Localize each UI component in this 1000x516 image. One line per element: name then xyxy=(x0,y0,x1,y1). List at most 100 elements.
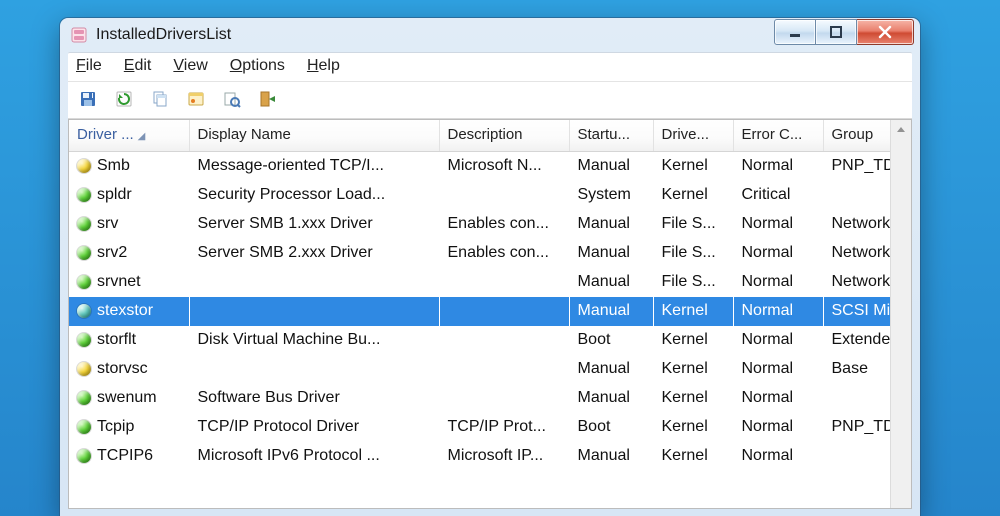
driver-name: storvsc xyxy=(97,360,148,378)
col-display-name[interactable]: Display Name xyxy=(189,120,439,152)
toolbar-copy-button[interactable] xyxy=(146,86,174,112)
driver-type: File S... xyxy=(653,239,733,268)
col-driver-name[interactable]: Driver ...◢ xyxy=(69,120,189,152)
error-control: Normal xyxy=(733,326,823,355)
description: TCP/IP Prot... xyxy=(439,413,569,442)
col-group[interactable]: Group xyxy=(823,120,890,152)
window-title: InstalledDriversList xyxy=(96,26,774,44)
startup-type: System xyxy=(569,181,653,210)
table-row[interactable]: SmbMessage-oriented TCP/I...Microsoft N.… xyxy=(69,152,890,181)
error-control: Normal xyxy=(733,384,823,413)
table-row[interactable]: storvsc ManualKernelNormalBase xyxy=(69,355,890,384)
startup-type: Manual xyxy=(569,355,653,384)
group: Network xyxy=(823,210,890,239)
driver-name: srvnet xyxy=(97,273,141,291)
col-startup[interactable]: Startu... xyxy=(569,120,653,152)
startup-type: Manual xyxy=(569,297,653,326)
description xyxy=(439,384,569,413)
description xyxy=(439,297,569,326)
toolbar-find-button[interactable] xyxy=(218,86,246,112)
col-description[interactable]: Description xyxy=(439,120,569,152)
driver-name: Smb xyxy=(97,157,130,175)
description: Enables con... xyxy=(439,239,569,268)
menu-options[interactable]: Options xyxy=(230,57,285,75)
startup-type: Manual xyxy=(569,384,653,413)
status-dot-icon xyxy=(77,420,91,434)
startup-type: Manual xyxy=(569,442,653,471)
group: SCSI Min xyxy=(823,297,890,326)
col-error-control[interactable]: Error C... xyxy=(733,120,823,152)
titlebar[interactable]: InstalledDriversList xyxy=(60,18,920,52)
driver-type: Kernel xyxy=(653,413,733,442)
driver-name: Tcpip xyxy=(97,418,134,436)
error-control: Normal xyxy=(733,239,823,268)
minimize-button[interactable] xyxy=(774,19,816,45)
menu-file[interactable]: File xyxy=(76,57,102,75)
driver-name: storflt xyxy=(97,331,136,349)
driver-type: File S... xyxy=(653,268,733,297)
sort-indicator-icon: ◢ xyxy=(138,131,146,142)
vertical-scrollbar[interactable] xyxy=(890,120,911,508)
display-name: Software Bus Driver xyxy=(189,384,439,413)
app-icon xyxy=(70,26,88,44)
table-row[interactable]: srvnetManualFile S...NormalNetwork xyxy=(69,268,890,297)
list-client-area: Driver ...◢ Display Name Description Sta… xyxy=(68,119,912,509)
table-row[interactable]: spldr Security Processor Load... SystemKer… xyxy=(69,181,890,210)
toolbar-exit-button[interactable] xyxy=(254,86,282,112)
status-dot-icon xyxy=(77,188,91,202)
table-row[interactable]: TCPIP6Microsoft IPv6 Protocol ...Microso… xyxy=(69,442,890,471)
table-row[interactable]: srv2Server SMB 2.xxx DriverEnables con..… xyxy=(69,239,890,268)
driver-name: swenum xyxy=(97,389,157,407)
status-dot-icon xyxy=(77,217,91,231)
driver-type: Kernel xyxy=(653,355,733,384)
display-name: Server SMB 2.xxx Driver xyxy=(189,239,439,268)
group xyxy=(823,442,890,471)
menu-help[interactable]: Help xyxy=(307,57,340,75)
description xyxy=(439,355,569,384)
driver-type: Kernel xyxy=(653,326,733,355)
col-driver-type[interactable]: Drive... xyxy=(653,120,733,152)
display-name: Disk Virtual Machine Bu... xyxy=(189,326,439,355)
table-row[interactable]: Tcpip TCP/IP Protocol DriverTCP/IP Prot..… xyxy=(69,413,890,442)
toolbar-save-button[interactable] xyxy=(74,86,102,112)
table-row[interactable]: stexstor ManualKernelNormalSCSI Min xyxy=(69,297,890,326)
status-dot-icon xyxy=(77,362,91,376)
status-dot-icon xyxy=(77,449,91,463)
description xyxy=(439,181,569,210)
error-control: Normal xyxy=(733,355,823,384)
startup-type: Manual xyxy=(569,210,653,239)
menu-edit[interactable]: Edit xyxy=(124,57,152,75)
error-control: Critical xyxy=(733,181,823,210)
group xyxy=(823,384,890,413)
toolbar-properties-button[interactable] xyxy=(182,86,210,112)
error-control: Normal xyxy=(733,442,823,471)
column-headers[interactable]: Driver ...◢ Display Name Description Sta… xyxy=(69,120,890,152)
toolbar-refresh-button[interactable] xyxy=(110,86,138,112)
display-name: TCP/IP Protocol Driver xyxy=(189,413,439,442)
display-name: Message-oriented TCP/I... xyxy=(189,152,439,181)
display-name: Security Processor Load... xyxy=(189,181,439,210)
driver-name: stexstor xyxy=(97,302,153,320)
driver-type: Kernel xyxy=(653,181,733,210)
display-name: Microsoft IPv6 Protocol ... xyxy=(189,442,439,471)
driver-name: TCPIP6 xyxy=(97,447,153,465)
error-control: Normal xyxy=(733,297,823,326)
status-dot-icon xyxy=(77,246,91,260)
maximize-button[interactable] xyxy=(816,19,857,45)
group: Extended xyxy=(823,326,890,355)
error-control: Normal xyxy=(733,210,823,239)
close-button[interactable] xyxy=(857,19,914,45)
error-control: Normal xyxy=(733,413,823,442)
startup-type: Boot xyxy=(569,326,653,355)
table-row[interactable]: storflt Disk Virtual Machine Bu... BootKer… xyxy=(69,326,890,355)
app-window: InstalledDriversList File Edit View Opti… xyxy=(60,18,920,516)
menu-view[interactable]: View xyxy=(173,57,207,75)
group: PNP_TDI xyxy=(823,152,890,181)
group: Base xyxy=(823,355,890,384)
table-row[interactable]: srvServer SMB 1.xxx DriverEnables con...… xyxy=(69,210,890,239)
driver-grid[interactable]: Driver ...◢ Display Name Description Sta… xyxy=(69,120,890,508)
table-row[interactable]: swenumSoftware Bus DriverManualKernelNor… xyxy=(69,384,890,413)
driver-type: Kernel xyxy=(653,297,733,326)
status-dot-icon xyxy=(77,159,91,173)
driver-name: spldr xyxy=(97,186,132,204)
